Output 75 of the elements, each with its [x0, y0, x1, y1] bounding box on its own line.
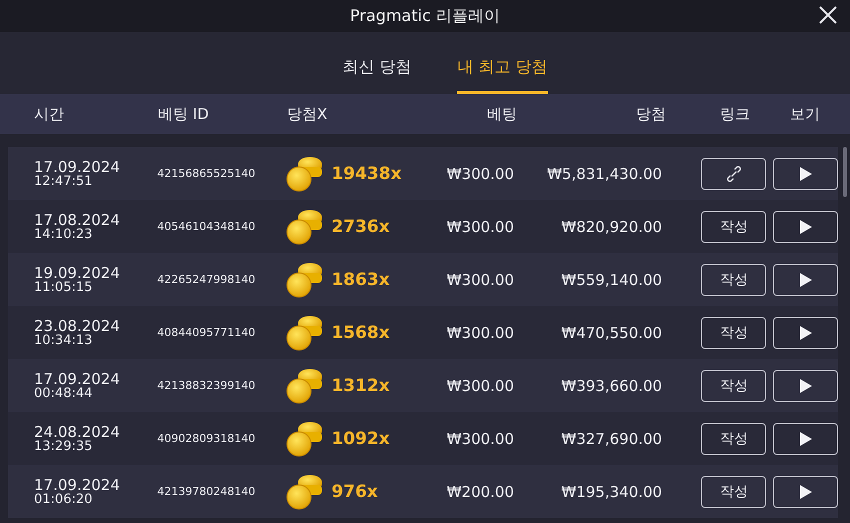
multiplier-text: 1312x — [331, 376, 390, 396]
time-text: 12:47:51 — [34, 174, 94, 188]
bet-id: 42156865525140 — [157, 167, 256, 180]
column-header: 링크 — [719, 104, 750, 124]
link-button[interactable] — [701, 158, 766, 190]
play-button[interactable] — [773, 316, 838, 348]
bet-amount: ₩300.00 — [446, 164, 514, 182]
win-amount: ₩5,831,430.00 — [546, 164, 662, 182]
time-text: 11:05:15 — [34, 280, 94, 294]
play-icon — [798, 378, 812, 392]
play-button[interactable] — [773, 264, 838, 296]
create-link-button[interactable]: 작성 — [701, 476, 766, 508]
link-icon — [726, 166, 742, 182]
window-title: Pragmatic 리플레이 — [350, 6, 500, 26]
multiplier-text: 976x — [331, 482, 378, 502]
bet-id: 42138832399140 — [157, 379, 256, 392]
date-text: 17.09.2024 — [34, 478, 121, 492]
date-text: 17.09.2024 — [34, 372, 121, 386]
create-link-button[interactable]: 작성 — [701, 422, 766, 454]
bet-id: 40844095771140 — [157, 326, 256, 339]
play-icon — [798, 220, 812, 234]
scrollbar[interactable] — [843, 147, 847, 197]
play-button[interactable] — [773, 422, 838, 454]
play-icon — [798, 272, 812, 286]
column-header: 베팅 ID — [158, 104, 210, 124]
date-text: 24.08.2024 — [34, 424, 121, 440]
date-text: 17.09.2024 — [34, 160, 121, 174]
multiplier-text: 1863x — [331, 270, 390, 290]
win-amount: ₩327,690.00 — [560, 430, 662, 448]
play-icon — [798, 326, 812, 340]
multiplier-text: 2736x — [331, 216, 390, 236]
time-text: 14:10:23 — [34, 228, 94, 240]
bet-id: 42139780248140 — [157, 485, 256, 498]
bet-amount: ₩300.00 — [446, 218, 514, 236]
time-text: 10:34:13 — [34, 334, 94, 346]
play-button[interactable] — [773, 370, 838, 402]
create-link-button[interactable]: 작성 — [701, 210, 766, 242]
bet-amount: ₩300.00 — [446, 376, 514, 394]
bet-amount: ₩300.00 — [446, 430, 514, 448]
play-icon — [798, 484, 812, 498]
create-link-button[interactable]: 작성 — [701, 370, 766, 402]
date-text: 19.09.2024 — [34, 266, 121, 280]
bet-id: 42265247998140 — [157, 273, 256, 286]
win-amount: ₩559,140.00 — [560, 270, 662, 288]
bet-amount: ₩200.00 — [446, 482, 514, 500]
play-icon — [798, 432, 812, 446]
win-amount: ₩470,550.00 — [560, 324, 662, 342]
bet-id: 40902809318140 — [157, 432, 256, 445]
column-header: 당첨 — [635, 104, 666, 124]
create-link-button[interactable]: 작성 — [701, 264, 766, 296]
win-amount: ₩393,660.00 — [560, 376, 662, 394]
column-header: 당첨X — [287, 104, 328, 124]
column-header: 시간 — [33, 104, 65, 124]
create-link-button[interactable]: 작성 — [701, 316, 766, 348]
multiplier-text: 1568x — [331, 322, 390, 342]
time-text: 00:48:44 — [34, 386, 94, 400]
tab[interactable]: 최신 당첨 — [342, 44, 412, 94]
time-text: 13:29:35 — [34, 440, 94, 452]
time-text: 01:06:20 — [34, 492, 94, 506]
date-text: 23.08.2024 — [34, 318, 121, 334]
date-text: 17.08.2024 — [34, 212, 121, 228]
multiplier-text: 19438x — [331, 164, 402, 184]
column-header: 보기 — [789, 104, 820, 124]
play-button[interactable] — [773, 476, 838, 508]
column-header: 베팅 — [486, 104, 517, 124]
bet-amount: ₩300.00 — [446, 324, 514, 342]
bet-amount: ₩300.00 — [446, 270, 514, 288]
win-amount: ₩820,920.00 — [560, 218, 662, 236]
play-button[interactable] — [773, 210, 838, 242]
close-icon[interactable] — [818, 5, 838, 25]
bet-id: 40546104348140 — [157, 220, 256, 233]
play-icon — [798, 166, 812, 180]
play-button[interactable] — [773, 158, 838, 190]
win-amount: ₩195,340.00 — [560, 482, 662, 500]
multiplier-text: 1092x — [331, 428, 390, 448]
